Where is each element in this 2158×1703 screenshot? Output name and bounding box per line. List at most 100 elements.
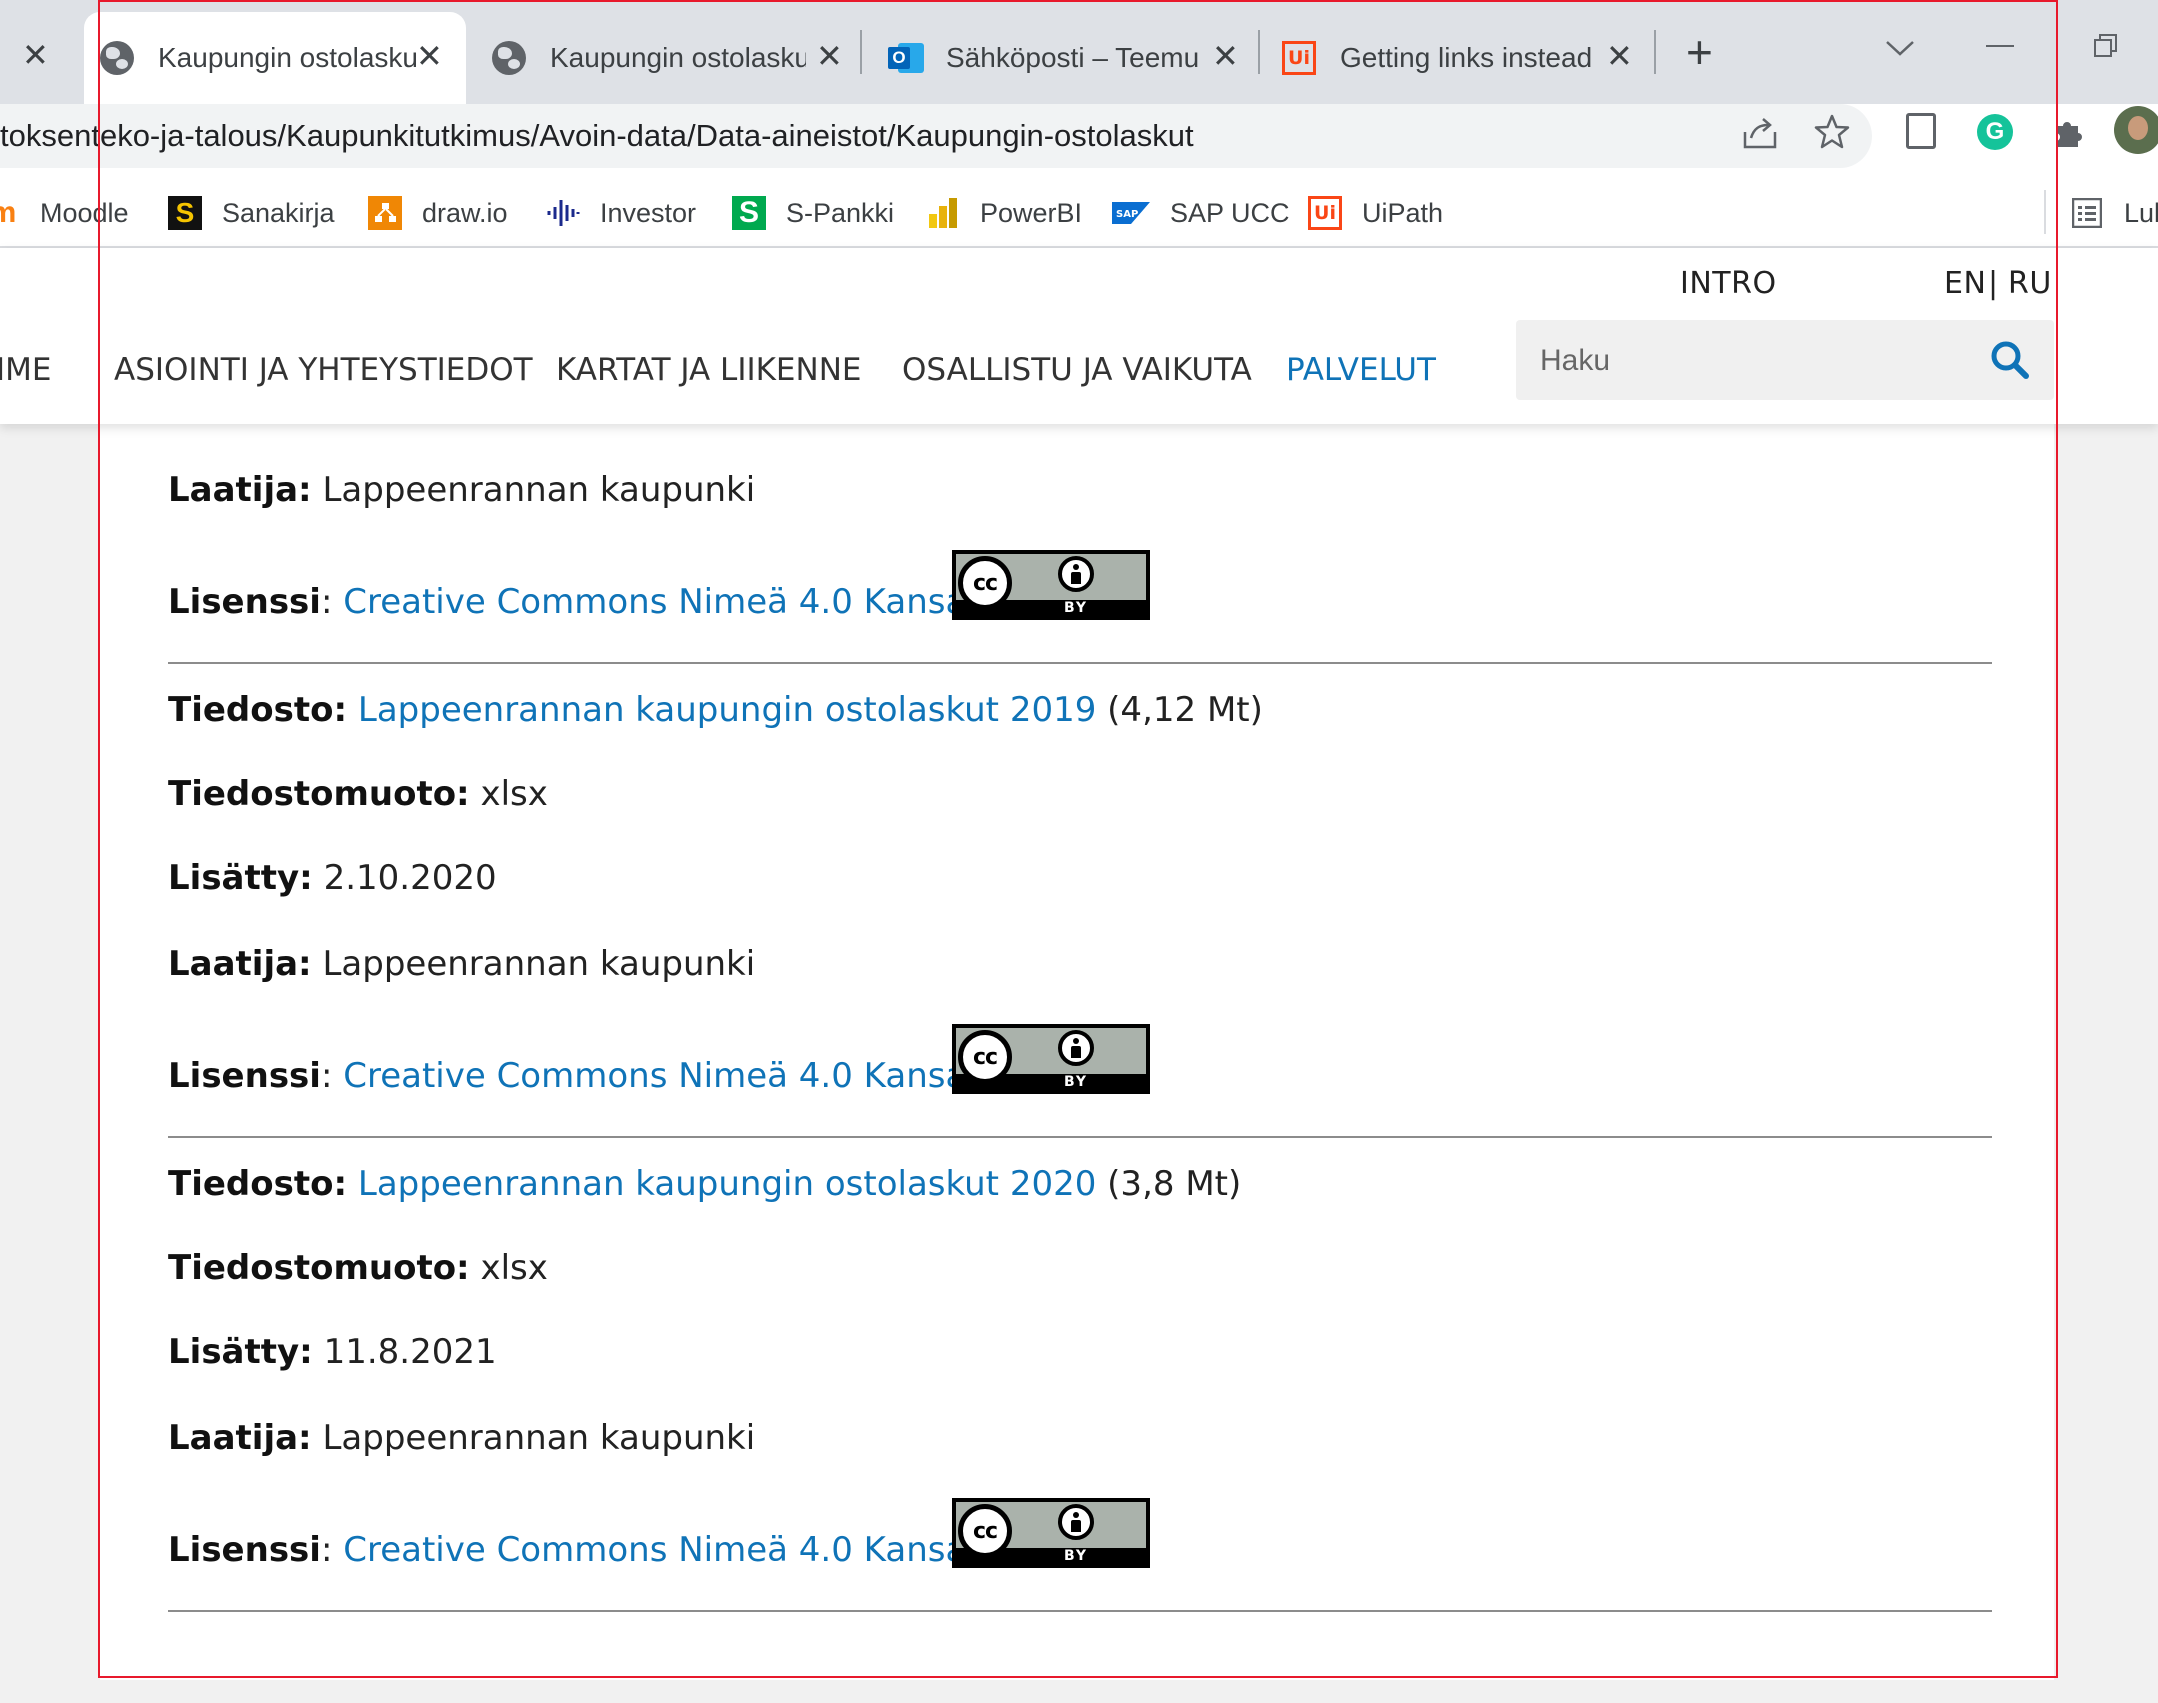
- minimize-icon[interactable]: [1986, 44, 2014, 48]
- bookmark-label: S-Pankki: [786, 197, 895, 228]
- divider: [168, 662, 1992, 664]
- tab-title: Getting links instead: [1340, 42, 1592, 73]
- license-label: Lisenssi: [168, 582, 321, 622]
- cc-icon: cc: [958, 1030, 1012, 1084]
- url-text[interactable]: toksenteko-ja-talous/Kaupunkitutkimus/Av…: [0, 118, 1194, 154]
- cc-by-badge[interactable]: cc BY: [952, 550, 1150, 620]
- cc-by-badge[interactable]: cc BY: [952, 1498, 1150, 1568]
- tab-separator: [1258, 30, 1260, 74]
- restore-icon[interactable]: [2094, 34, 2118, 58]
- nav-item-kartat[interactable]: KARTAT JA LIIKENNE: [556, 352, 862, 388]
- close-tab-icon[interactable]: ✕: [22, 36, 49, 74]
- lang-ru-link[interactable]: RU: [2008, 266, 2052, 301]
- tab[interactable]: Kaupungin ostolaskut ✕: [476, 12, 860, 104]
- search-input[interactable]: [1538, 320, 1982, 402]
- drawio-icon: [368, 196, 402, 230]
- svg-text:SAP: SAP: [1116, 209, 1138, 220]
- close-tab-icon[interactable]: ✕: [1606, 40, 1633, 72]
- bookmark-moodle[interactable]: m Moodle: [0, 180, 129, 246]
- powerbi-icon: [926, 196, 960, 230]
- reading-list-button[interactable]: Luk: [2070, 180, 2158, 246]
- nav-item-osallistu[interactable]: OSALLISTU JA VAIKUTA: [902, 352, 1252, 388]
- file-size: (4,12 Mt): [1107, 690, 1263, 730]
- bookmark-drawio[interactable]: draw.io: [368, 180, 508, 246]
- license-label: Lisenssi: [168, 1056, 321, 1096]
- bookmark-powerbi[interactable]: PowerBI: [926, 180, 1082, 246]
- nav-item-ime[interactable]: IME: [0, 352, 51, 388]
- author-value: Lappeenrannan kaupunki: [322, 944, 756, 984]
- attribution-icon: [1058, 1030, 1094, 1066]
- file-label: Tiedosto:: [168, 1164, 348, 1204]
- bookmark-label: UiPath: [1362, 197, 1444, 228]
- format-label: Tiedostomuoto:: [168, 1248, 470, 1288]
- added-label: Lisätty:: [168, 1332, 313, 1372]
- author-row: Laatija: Lappeenrannan kaupunki: [168, 1418, 755, 1458]
- dataset-list: Laatija: Lappeenrannan kaupunki Lisenssi…: [100, 424, 2054, 1680]
- reading-list-icon: [2070, 196, 2104, 230]
- globe-icon: [100, 41, 134, 75]
- bookmark-star-icon[interactable]: [1814, 114, 1850, 150]
- bookmark-label: Moodle: [40, 197, 129, 228]
- cc-by-badge[interactable]: cc BY: [952, 1024, 1150, 1094]
- lang-en-link[interactable]: EN: [1944, 266, 1986, 301]
- s-pankki-icon: S: [732, 196, 766, 230]
- grammarly-icon[interactable]: G: [1977, 114, 2013, 150]
- close-tab-icon[interactable]: ✕: [816, 40, 843, 72]
- file-link[interactable]: Lappeenrannan kaupungin ostolaskut 2020: [358, 1164, 1096, 1204]
- added-row: Lisätty: 11.8.2021: [168, 1332, 497, 1372]
- format-value: xlsx: [480, 774, 548, 814]
- author-label: Laatija:: [168, 944, 312, 984]
- tab[interactable]: O Sähköposti – Teemu L ✕: [872, 12, 1252, 104]
- bookmark-sap-ucc[interactable]: SAP SAP UCC: [1112, 180, 1290, 246]
- share-icon[interactable]: [1742, 116, 1778, 150]
- bookmark-investor[interactable]: Investor: [546, 180, 696, 246]
- author-value: Lappeenrannan kaupunki: [322, 1418, 756, 1458]
- file-link[interactable]: Lappeenrannan kaupungin ostolaskut 2019: [358, 690, 1096, 730]
- sap-icon: SAP: [1112, 196, 1150, 230]
- sanakirja-icon: S: [168, 196, 202, 230]
- page-icon[interactable]: [1906, 113, 1936, 149]
- search-icon[interactable]: [1988, 338, 2032, 382]
- nav-item-asiointi[interactable]: ASIOINTI JA YHTEYSTIEDOT: [114, 352, 533, 388]
- investor-icon: [546, 196, 580, 230]
- bookmark-label: SAP UCC: [1170, 197, 1290, 228]
- tab[interactable]: Ui Getting links instead ✕: [1268, 12, 1650, 104]
- added-label: Lisätty:: [168, 858, 313, 898]
- extensions-icon[interactable]: [2050, 114, 2086, 150]
- license-label: Lisenssi: [168, 1530, 321, 1570]
- bookmark-sanakirja[interactable]: S Sanakirja: [168, 180, 335, 246]
- bookmark-label: draw.io: [422, 197, 508, 228]
- format-row: Tiedostomuoto: xlsx: [168, 1248, 548, 1288]
- nav-item-palvelut[interactable]: PALVELUT: [1286, 352, 1436, 388]
- added-row: Lisätty: 2.10.2020: [168, 858, 497, 898]
- avatar[interactable]: [2114, 106, 2158, 154]
- moodle-icon: m: [0, 196, 17, 229]
- tab-active[interactable]: Kaupungin ostolaskut ✕: [84, 12, 466, 104]
- divider: [168, 1610, 1992, 1612]
- file-row: Tiedosto: Lappeenrannan kaupungin ostola…: [168, 690, 1263, 730]
- tab-search-chevron-icon[interactable]: [1884, 38, 1916, 58]
- close-tab-icon[interactable]: ✕: [416, 40, 443, 72]
- close-tab-icon[interactable]: ✕: [1212, 40, 1239, 72]
- attribution-icon: [1058, 1504, 1094, 1540]
- uipath-icon: Ui: [1282, 41, 1316, 75]
- search-box: [1516, 320, 2054, 402]
- lang-separator: |: [1988, 266, 1999, 301]
- tab-title: Kaupungin ostolaskut: [550, 42, 806, 73]
- bookmark-uipath[interactable]: Ui UiPath: [1308, 180, 1443, 246]
- intro-link[interactable]: INTRO: [1680, 266, 1777, 301]
- author-row: Laatija: Lappeenrannan kaupunki: [168, 944, 755, 984]
- new-tab-button[interactable]: +: [1686, 26, 1713, 78]
- divider: [168, 1136, 1992, 1138]
- author-label: Laatija:: [168, 1418, 312, 1458]
- bookmark-s-pankki[interactable]: S S-Pankki: [732, 180, 894, 246]
- attribution-icon: [1058, 556, 1094, 592]
- cc-icon: cc: [958, 1504, 1012, 1558]
- added-value: 2.10.2020: [323, 858, 497, 898]
- address-bar[interactable]: toksenteko-ja-talous/Kaupunkitutkimus/Av…: [0, 104, 1872, 168]
- format-row: Tiedostomuoto: xlsx: [168, 774, 548, 814]
- file-size: (3,8 Mt): [1107, 1164, 1242, 1204]
- globe-icon: [492, 41, 526, 75]
- file-label: Tiedosto:: [168, 690, 348, 730]
- reading-list-label: Luk: [2124, 197, 2158, 228]
